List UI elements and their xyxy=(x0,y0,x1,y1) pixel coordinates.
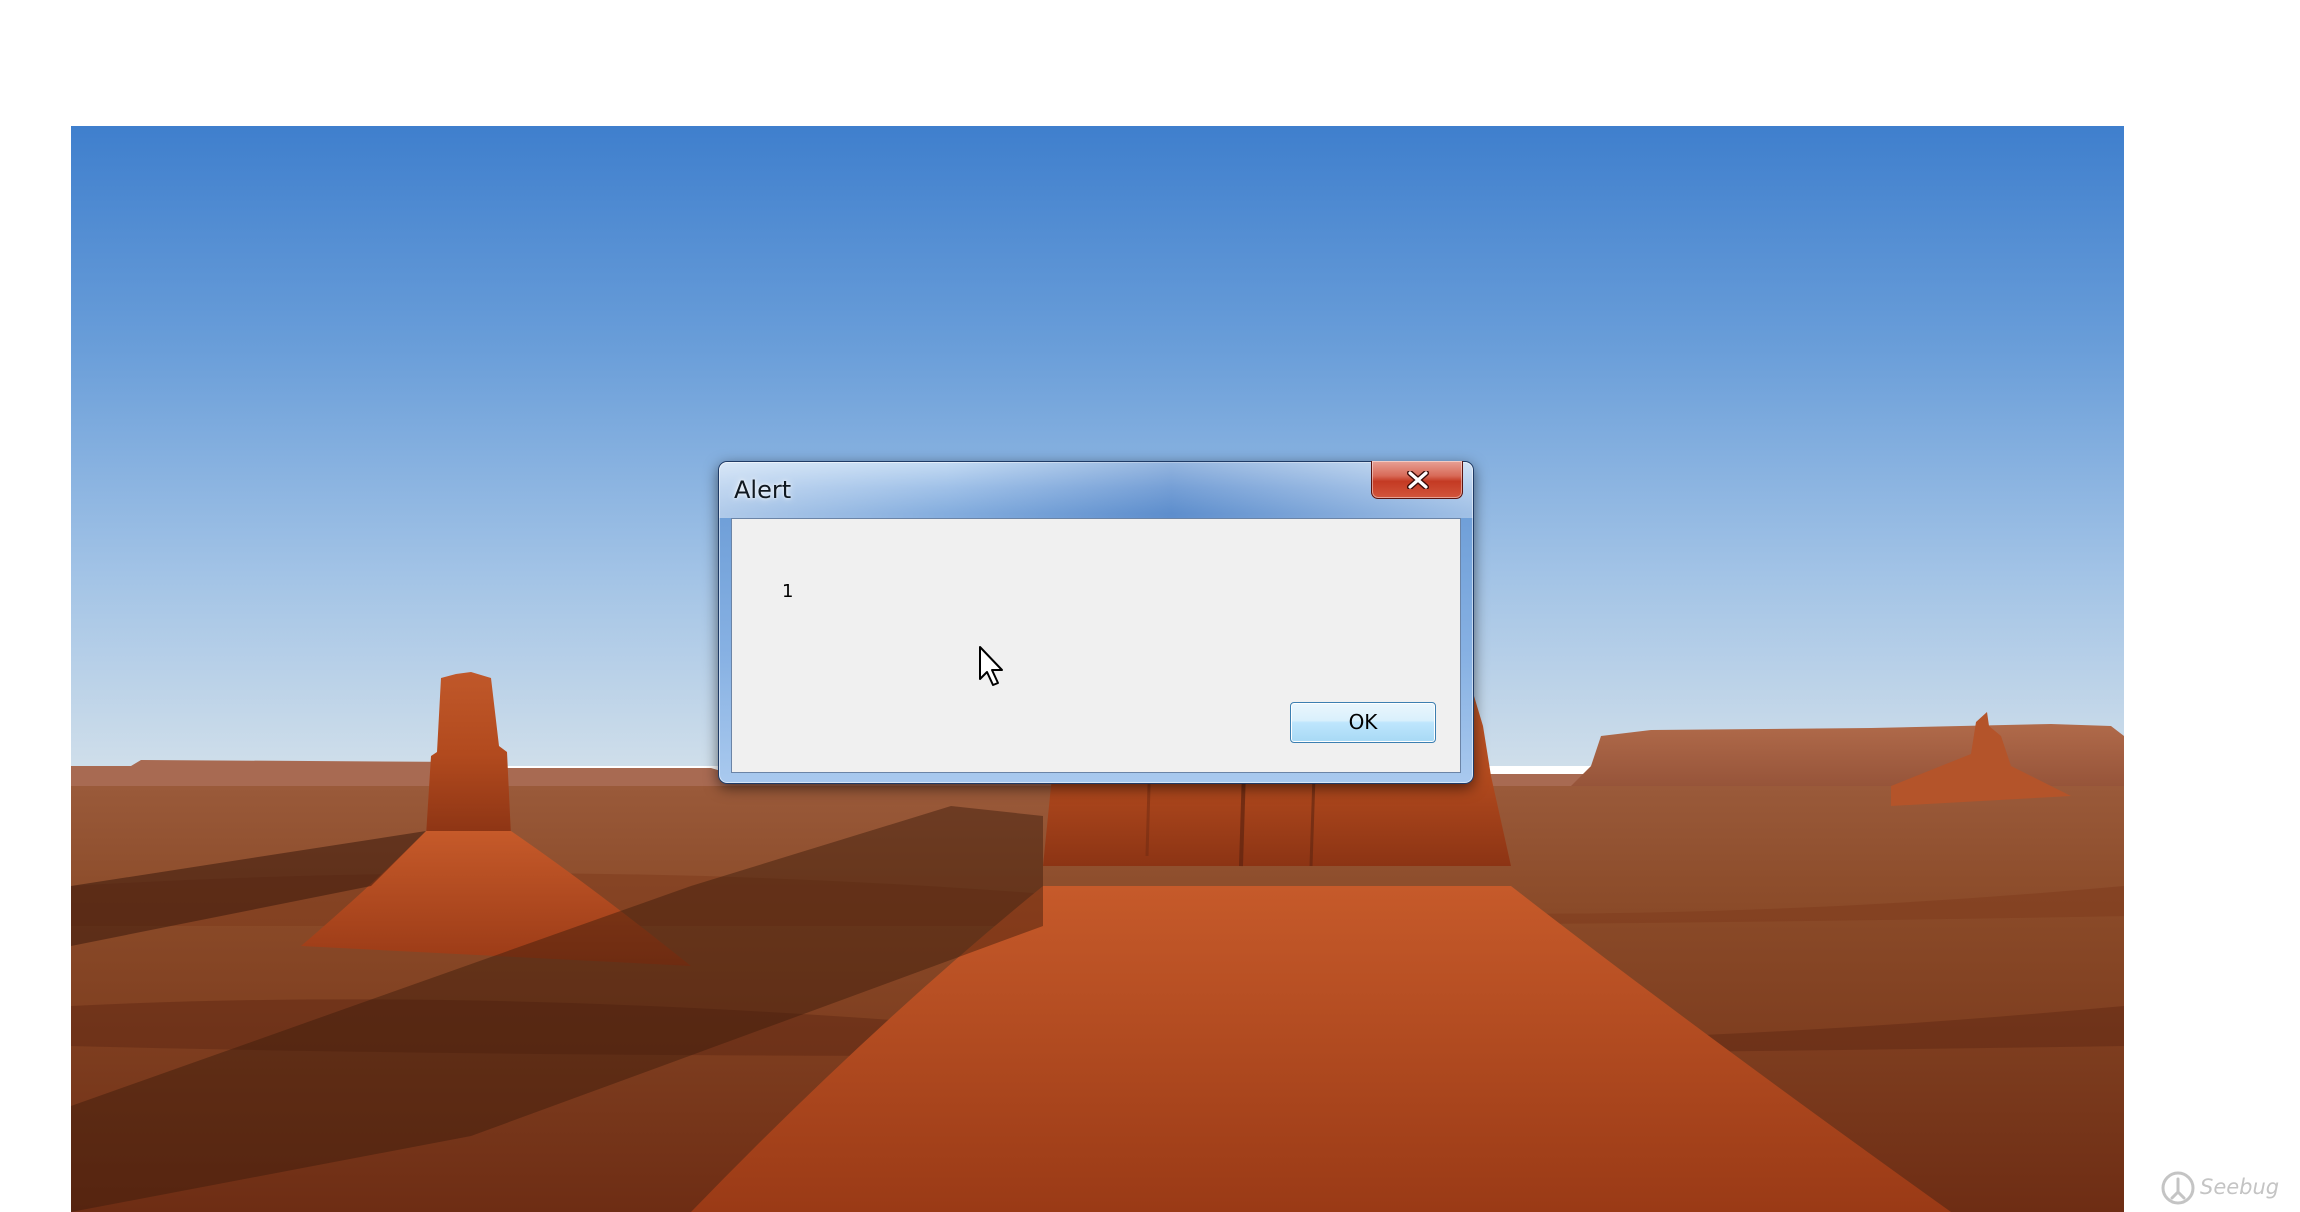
seebug-logo-icon xyxy=(2161,1171,2195,1205)
watermark-text: Seebug xyxy=(2200,1175,2280,1199)
alert-message: 1 xyxy=(782,581,794,602)
dialog-title-bar[interactable]: Alert xyxy=(719,462,1473,518)
seebug-watermark: Seebug xyxy=(2158,1168,2280,1208)
close-button[interactable] xyxy=(1371,461,1463,499)
alert-dialog: Alert 1 OK xyxy=(718,461,1474,784)
ok-button[interactable]: OK xyxy=(1290,702,1436,743)
dialog-body: 1 OK xyxy=(731,518,1461,773)
arrow-cursor-icon xyxy=(978,645,1006,689)
dialog-title: Alert xyxy=(734,476,792,504)
close-icon xyxy=(1407,471,1429,489)
screenshot-canvas: Alert 1 OK Seebug xyxy=(0,0,2300,1212)
